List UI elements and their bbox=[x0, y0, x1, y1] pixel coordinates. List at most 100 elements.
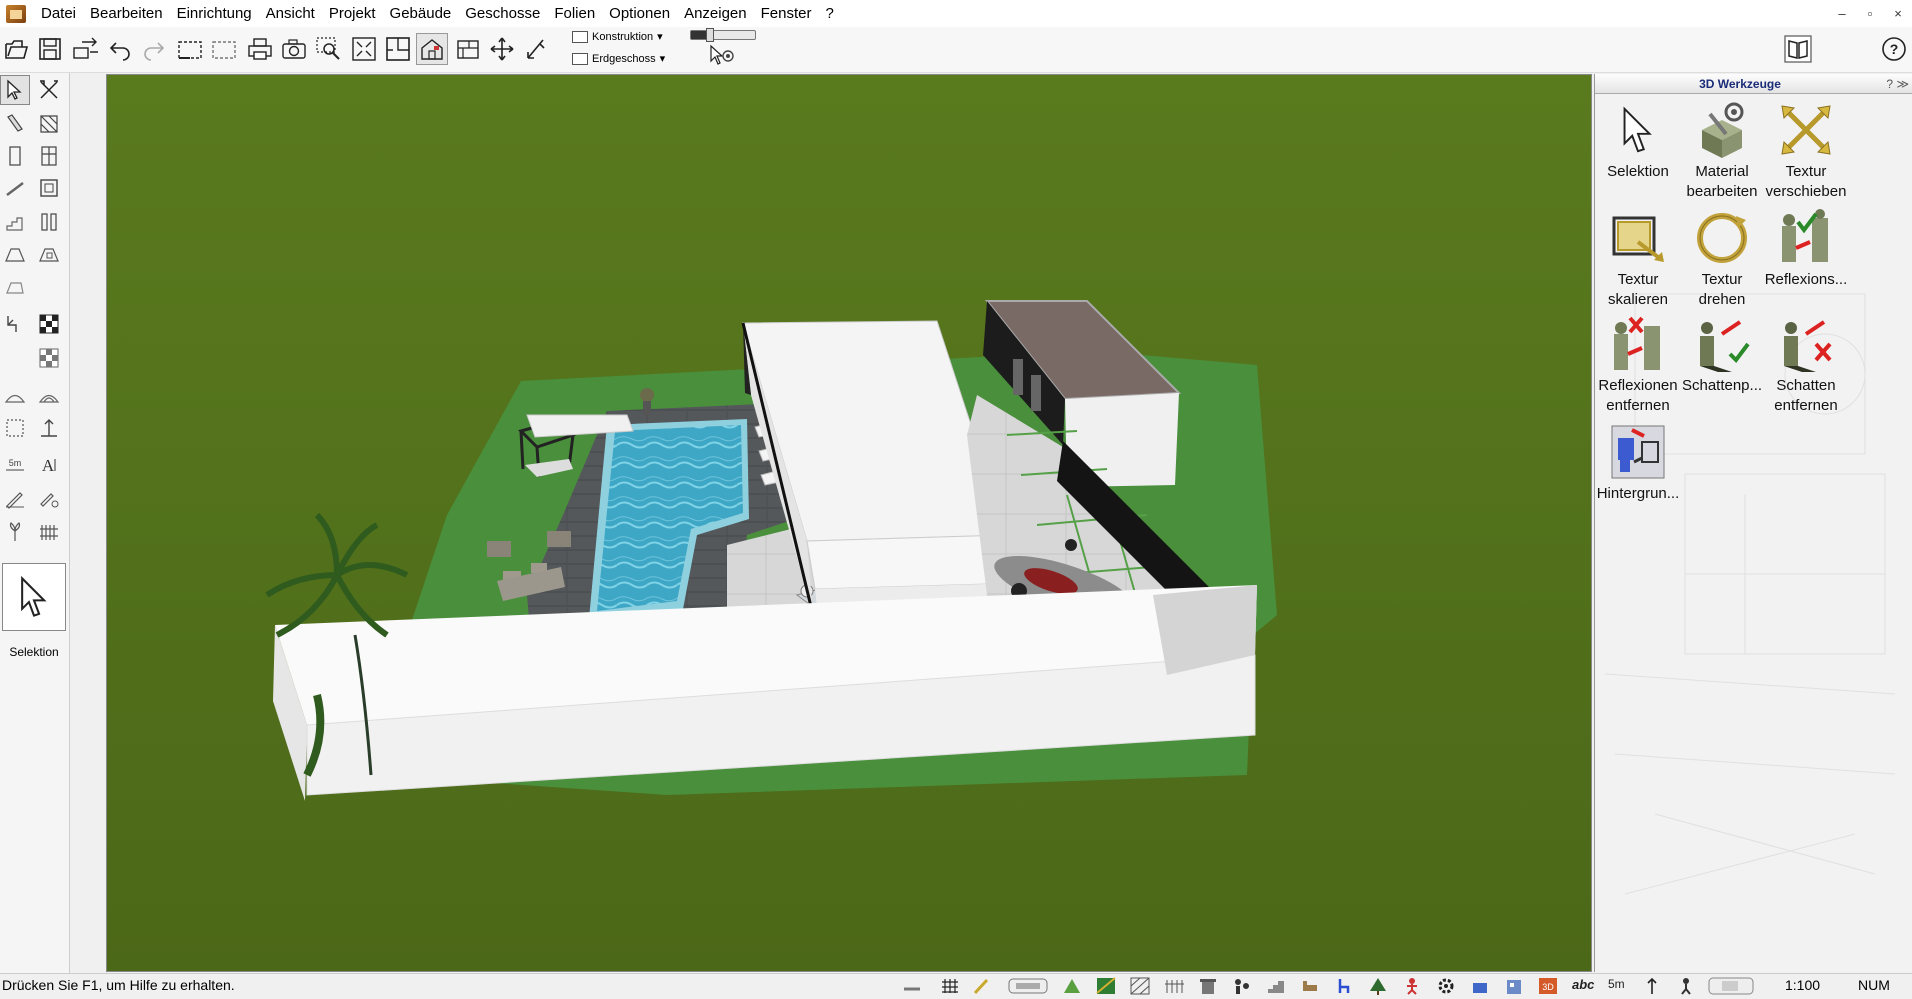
select-area2-icon[interactable] bbox=[208, 33, 240, 65]
status-scale[interactable]: 1:100 bbox=[1785, 977, 1820, 993]
hill2-icon[interactable] bbox=[34, 381, 64, 411]
menu-fenster[interactable]: Fenster bbox=[754, 0, 819, 27]
menu-projekt[interactable]: Projekt bbox=[322, 0, 383, 27]
plant-icon[interactable] bbox=[0, 517, 30, 547]
roof-icon[interactable] bbox=[0, 239, 30, 269]
camera-icon[interactable] bbox=[278, 33, 310, 65]
status-note-icon[interactable] bbox=[1708, 977, 1754, 995]
status-building-icon[interactable] bbox=[1504, 977, 1524, 995]
menu-folien[interactable]: Folien bbox=[547, 0, 602, 27]
open-icon[interactable] bbox=[0, 33, 32, 65]
minimize-button[interactable]: – bbox=[1828, 0, 1856, 27]
fence-icon[interactable] bbox=[34, 517, 64, 547]
menu-anzeigen[interactable]: Anzeigen bbox=[677, 0, 754, 27]
column-icon[interactable] bbox=[34, 207, 64, 237]
status-abc-icon[interactable]: abc bbox=[1572, 977, 1598, 995]
terrain-icon[interactable] bbox=[0, 309, 30, 339]
status-terrain-icon[interactable] bbox=[1096, 977, 1116, 995]
floorplan-icon[interactable] bbox=[382, 33, 414, 65]
status-3d-icon[interactable]: 3D bbox=[1538, 977, 1558, 995]
wall-grid-icon[interactable] bbox=[34, 109, 64, 139]
panel-collapse-button[interactable]: ≫ bbox=[1896, 74, 1909, 94]
texture-icon[interactable] bbox=[34, 309, 64, 339]
tool-selektion[interactable]: Selektion bbox=[1595, 98, 1681, 182]
book-icon[interactable] bbox=[1782, 33, 1814, 65]
status-dimension-icon[interactable]: 5m bbox=[1608, 977, 1632, 995]
status-walk-icon[interactable] bbox=[1676, 977, 1696, 995]
restore-button[interactable]: ▫ bbox=[1856, 0, 1884, 27]
measure-icon[interactable] bbox=[520, 33, 552, 65]
status-trash-icon[interactable] bbox=[1198, 977, 1218, 995]
help-icon[interactable]: ? bbox=[1878, 33, 1910, 65]
light-slider[interactable] bbox=[690, 28, 756, 42]
wall-draw-icon[interactable] bbox=[0, 109, 30, 139]
3d-viewport[interactable] bbox=[106, 74, 1592, 972]
pan-icon[interactable] bbox=[486, 33, 518, 65]
3d-view-icon[interactable] bbox=[416, 33, 448, 65]
tool-textur-verschieben[interactable]: Textur verschieben bbox=[1763, 98, 1849, 202]
tool-schatten-entfernen[interactable]: Schatten entfernen bbox=[1763, 312, 1849, 416]
tool-textur-skalieren[interactable]: Textur skalieren bbox=[1595, 206, 1681, 310]
light-settings-icon[interactable] bbox=[706, 41, 738, 73]
select-arrow-icon[interactable] bbox=[0, 75, 30, 105]
menu-gebaeude[interactable]: Gebäude bbox=[383, 0, 459, 27]
menu-ansicht[interactable]: Ansicht bbox=[259, 0, 322, 27]
menu-einrichtung[interactable]: Einrichtung bbox=[170, 0, 259, 27]
status-people-icon[interactable] bbox=[1232, 977, 1252, 995]
status-gear-icon[interactable] bbox=[1436, 977, 1456, 995]
tool-hintergrund[interactable]: Hintergrun... bbox=[1595, 420, 1681, 504]
stairs-icon[interactable] bbox=[0, 207, 30, 237]
status-hatch-icon[interactable] bbox=[1130, 977, 1150, 995]
elevation-icon[interactable] bbox=[452, 33, 484, 65]
height-icon[interactable] bbox=[34, 413, 64, 443]
menu-datei[interactable]: Datei bbox=[34, 0, 83, 27]
status-chair-icon[interactable] bbox=[1334, 977, 1354, 995]
dormer-icon[interactable] bbox=[0, 271, 30, 301]
print-icon[interactable] bbox=[244, 33, 276, 65]
status-furniture-icon[interactable] bbox=[1300, 977, 1320, 995]
status-pencil-icon[interactable] bbox=[972, 977, 992, 995]
status-person-icon[interactable] bbox=[1402, 977, 1422, 995]
status-layer-icon[interactable] bbox=[1008, 977, 1048, 995]
texture2-icon[interactable] bbox=[34, 343, 64, 373]
text-tool-icon[interactable]: A bbox=[34, 449, 64, 479]
panel-help-button[interactable]: ? bbox=[1886, 74, 1893, 94]
status-line-icon[interactable] bbox=[902, 977, 922, 995]
door-icon[interactable] bbox=[0, 141, 30, 171]
floor-dropdown[interactable]: Erdgeschoss ▾ bbox=[572, 52, 665, 65]
room-icon[interactable] bbox=[34, 173, 64, 203]
status-tree-icon[interactable] bbox=[1368, 977, 1388, 995]
zoom-window-icon[interactable] bbox=[312, 33, 344, 65]
status-blue-icon[interactable] bbox=[1470, 977, 1490, 995]
tool-reflexions[interactable]: Reflexions... bbox=[1763, 206, 1849, 290]
3d-scene[interactable] bbox=[107, 75, 1592, 972]
menu-geschosse[interactable]: Geschosse bbox=[458, 0, 547, 27]
status-stairs-icon[interactable] bbox=[1266, 977, 1286, 995]
status-fence-icon[interactable] bbox=[1164, 977, 1184, 995]
layer-dropdown[interactable]: Konstruktion ▾ bbox=[572, 30, 663, 43]
save-icon[interactable] bbox=[34, 33, 66, 65]
redo-icon[interactable] bbox=[138, 33, 170, 65]
slider-thumb[interactable] bbox=[706, 28, 715, 42]
window-icon[interactable] bbox=[34, 141, 64, 171]
select-area-icon[interactable] bbox=[174, 33, 206, 65]
roof-window-icon[interactable] bbox=[34, 239, 64, 269]
hill-icon[interactable] bbox=[0, 381, 30, 411]
tool-reflexionen-entfernen[interactable]: Reflexionen entfernen bbox=[1595, 312, 1681, 416]
close-button[interactable]: × bbox=[1884, 0, 1912, 27]
menu-optionen[interactable]: Optionen bbox=[602, 0, 677, 27]
pen-settings-icon[interactable] bbox=[34, 483, 64, 513]
dimension-icon[interactable]: 5m bbox=[0, 449, 30, 479]
area-icon[interactable] bbox=[0, 413, 30, 443]
status-north-icon[interactable] bbox=[1642, 977, 1662, 995]
current-tool-indicator[interactable] bbox=[2, 563, 66, 631]
zoom-fit-icon[interactable] bbox=[348, 33, 380, 65]
tool-textur-drehen[interactable]: Textur drehen bbox=[1679, 206, 1765, 310]
transfer-icon[interactable] bbox=[70, 33, 102, 65]
tool-schattenp[interactable]: Schattenp... bbox=[1679, 312, 1765, 396]
status-green-icon[interactable] bbox=[1062, 977, 1082, 995]
menu-help[interactable]: ? bbox=[818, 0, 840, 27]
status-grid-icon[interactable] bbox=[940, 977, 960, 995]
menu-bearbeiten[interactable]: Bearbeiten bbox=[83, 0, 170, 27]
tool-material-bearbeiten[interactable]: Material bearbeiten bbox=[1679, 98, 1765, 202]
